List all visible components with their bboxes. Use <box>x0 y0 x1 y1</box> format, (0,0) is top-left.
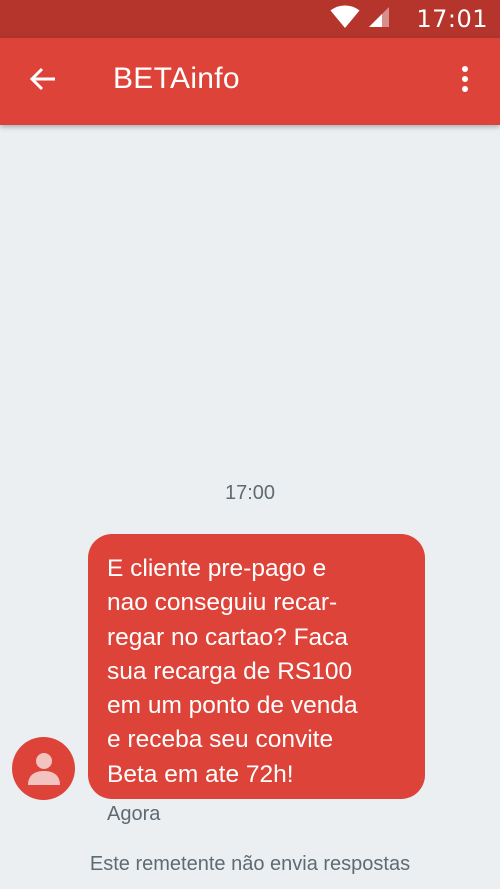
app-bar: BETAinfo <box>0 38 500 125</box>
avatar[interactable] <box>12 737 75 800</box>
message-status: Agora <box>107 803 161 825</box>
sender-notice: Este remetente não envia respostas <box>89 853 411 875</box>
conversation-title: BETAinfo <box>113 62 240 95</box>
status-time: 17:01 <box>416 5 488 33</box>
more-vert-icon <box>461 65 469 97</box>
person-icon <box>24 747 64 791</box>
cell-signal-icon <box>368 6 390 32</box>
message-bubble[interactable]: E cliente pre-pago e nao conseguiu recar… <box>88 534 425 799</box>
more-options-button[interactable] <box>448 58 482 104</box>
status-bar: 17:01 <box>0 0 500 38</box>
back-button[interactable] <box>18 58 68 104</box>
message-timestamp: 17:00 <box>224 482 276 504</box>
wifi-icon <box>330 5 360 33</box>
arrow-back-icon <box>29 67 57 95</box>
status-icons: 17:01 <box>330 0 488 38</box>
